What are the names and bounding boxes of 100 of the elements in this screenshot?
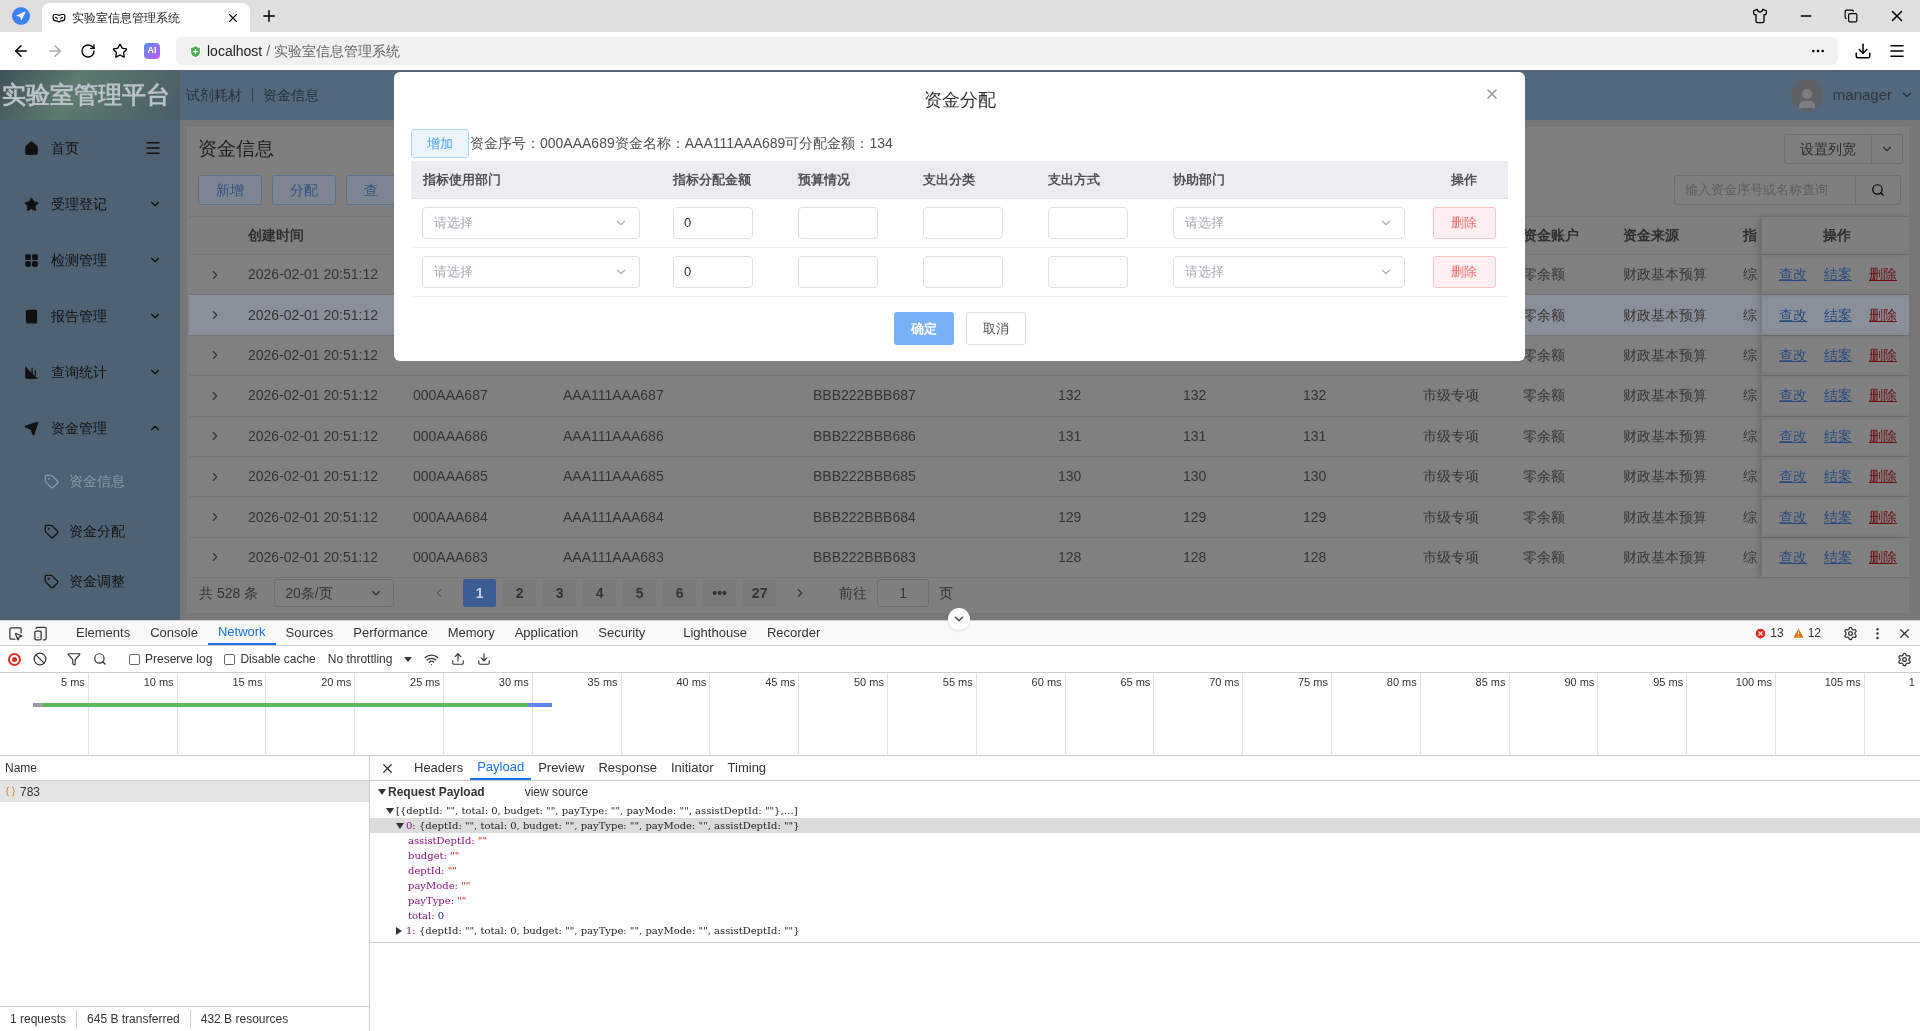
throttling-select[interactable]: No throttling [327, 650, 393, 668]
expanded-triangle-icon[interactable] [396, 822, 404, 829]
devtools-tab[interactable]: Lighthouse [673, 621, 757, 645]
reload-icon[interactable] [80, 43, 96, 59]
devtools-tab[interactable]: Security [588, 621, 656, 645]
goto-page-field[interactable]: 1 [877, 579, 930, 608]
delete-button[interactable]: 删除 [1432, 256, 1496, 288]
payload-tree-row[interactable]: assistDeptId: "" [370, 833, 1920, 848]
amount-field[interactable]: 0 [673, 207, 753, 239]
payload-tree-row[interactable]: [{deptId: "", total: 0, budget: "", payType: "", payMode: "", assistDeptId: ""},…] [370, 803, 1920, 818]
action-link[interactable]: 删除 [1869, 304, 1897, 326]
action-link[interactable]: 查改 [1779, 385, 1807, 407]
inspect-icon[interactable] [8, 625, 23, 641]
caret-icon[interactable] [404, 656, 413, 662]
network-conditions-icon[interactable] [424, 651, 440, 667]
action-link[interactable]: 查改 [1779, 506, 1807, 528]
devtools-tab[interactable]: Sources [275, 621, 344, 645]
budget-field[interactable] [798, 256, 878, 288]
toolbar-button[interactable]: 查 [346, 175, 396, 205]
category-field[interactable] [923, 256, 1003, 288]
detail-tab[interactable]: Response [591, 756, 664, 780]
payload-tree-row[interactable]: deptId: "" [370, 863, 1920, 878]
page-button[interactable]: 4 [583, 579, 617, 608]
devtools-tab[interactable]: Memory [437, 621, 505, 645]
new-tab-icon[interactable] [260, 7, 278, 25]
import-icon[interactable] [451, 652, 466, 666]
action-link[interactable]: 结案 [1824, 425, 1852, 447]
restore-icon[interactable] [1844, 9, 1858, 23]
breadcrumb-item[interactable]: 试剂耗材 [186, 84, 242, 106]
checkbox[interactable] [129, 653, 140, 665]
view-source-link[interactable]: view source [524, 783, 589, 801]
download-icon[interactable] [1854, 42, 1872, 60]
sidebar-item[interactable]: 资金管理 [0, 400, 180, 456]
collapsed-triangle-icon[interactable] [396, 926, 402, 935]
action-link[interactable]: 删除 [1869, 546, 1897, 568]
filter-icon[interactable] [67, 652, 81, 666]
page-button[interactable]: 2 [503, 579, 537, 608]
breadcrumb-item[interactable]: 资金信息 [263, 84, 319, 106]
action-link[interactable]: 查改 [1779, 425, 1807, 447]
clear-icon[interactable] [33, 652, 47, 666]
column-width-button[interactable]: 设置列宽 [1784, 134, 1903, 164]
sidebar-subitem[interactable]: 资金分配 [0, 506, 180, 556]
action-link[interactable]: 删除 [1869, 264, 1897, 286]
browser-tab[interactable]: 实验室信息管理系统 [42, 3, 250, 32]
devtools-tab[interactable]: Console [140, 621, 208, 645]
action-link[interactable]: 结案 [1824, 466, 1852, 488]
shirt-icon[interactable] [1752, 8, 1768, 24]
page-button[interactable]: 3 [543, 579, 577, 608]
add-button[interactable]: 增加 [411, 129, 469, 158]
devtools-tab[interactable]: Elements [66, 621, 141, 645]
action-link[interactable]: 查改 [1779, 466, 1807, 488]
devtools-tab[interactable]: Recorder [756, 621, 831, 645]
request-row[interactable]: 783 [0, 781, 369, 802]
action-link[interactable]: 查改 [1779, 546, 1807, 568]
assist-department-select[interactable]: 请选择 [1173, 256, 1405, 288]
browser-logo-icon[interactable] [12, 7, 30, 25]
cancel-button[interactable]: 取消 [965, 312, 1026, 345]
device-toolbar-icon[interactable] [33, 625, 48, 641]
sidebar-item[interactable]: 受理登记 [0, 176, 180, 232]
warning-count[interactable]: 12 [1807, 624, 1821, 642]
sidebar-subitem[interactable]: 资金信息 [0, 456, 180, 506]
expanded-triangle-icon[interactable] [378, 789, 386, 795]
confirm-button[interactable]: 确定 [893, 312, 954, 345]
payload-tree-row[interactable]: 0: {deptId: "", total: 0, budget: "", payType: "", payMode: "", assistDeptId: ""} [370, 818, 1920, 833]
toolbar-button[interactable]: 分配 [272, 175, 336, 205]
payment-method-field[interactable] [1048, 207, 1128, 239]
page-button[interactable]: 6 [663, 579, 697, 608]
detail-tab[interactable]: Initiator [663, 756, 721, 780]
sidebar-item[interactable]: 查询统计 [0, 344, 180, 400]
payload-tree-row[interactable]: payMode: "" [370, 878, 1920, 893]
payload-tree-row[interactable]: payType: "" [370, 893, 1920, 908]
department-select[interactable]: 请选择 [422, 256, 640, 288]
search-icon[interactable] [1871, 183, 1885, 197]
export-icon[interactable] [477, 652, 492, 666]
devtools-tab[interactable]: Performance [343, 621, 438, 645]
department-select[interactable]: 请选择 [422, 207, 640, 239]
amount-field[interactable]: 0 [673, 256, 753, 288]
action-link[interactable]: 查改 [1779, 304, 1807, 326]
action-link[interactable]: 删除 [1869, 425, 1897, 447]
detail-tab[interactable]: Preview [531, 756, 592, 780]
payload-tree-row[interactable]: budget: "" [370, 848, 1920, 863]
table-row[interactable]: 2026-02-01 20:51:12 000AAA684 AAA111AAA684 BBB222BBB684 129 129 129 市级专项 零余额 财政基本预算 综 查改 结案 删除 [189, 497, 1909, 538]
action-link[interactable]: 结案 [1824, 506, 1852, 528]
devtools-tab[interactable]: Network [207, 621, 276, 645]
detail-tab[interactable]: Payload [470, 756, 532, 780]
delete-button[interactable]: 删除 [1432, 207, 1496, 239]
page-size-select[interactable]: 20条/页 [274, 579, 395, 608]
sidebar-item[interactable]: 首页 [0, 120, 180, 176]
page-button[interactable]: 5 [623, 579, 657, 608]
action-link[interactable]: 结案 [1824, 546, 1852, 568]
table-row[interactable]: 2026-02-01 20:51:12 000AAA683 AAA111AAA683 BBB222BBB683 128 128 128 市级专项 零余额 财政基本预算 综 查改 结案 删除 [189, 537, 1909, 579]
error-count[interactable]: 13 [1770, 624, 1784, 642]
category-field[interactable] [923, 207, 1003, 239]
ai-extension-button[interactable]: AI [144, 43, 160, 59]
expanded-triangle-icon[interactable] [386, 807, 394, 814]
detail-tab[interactable]: Timing [720, 756, 774, 780]
record-icon[interactable] [8, 652, 21, 666]
action-link[interactable]: 删除 [1869, 506, 1897, 528]
settings-icon[interactable] [1843, 625, 1858, 641]
detail-tab[interactable]: Headers [407, 756, 471, 780]
